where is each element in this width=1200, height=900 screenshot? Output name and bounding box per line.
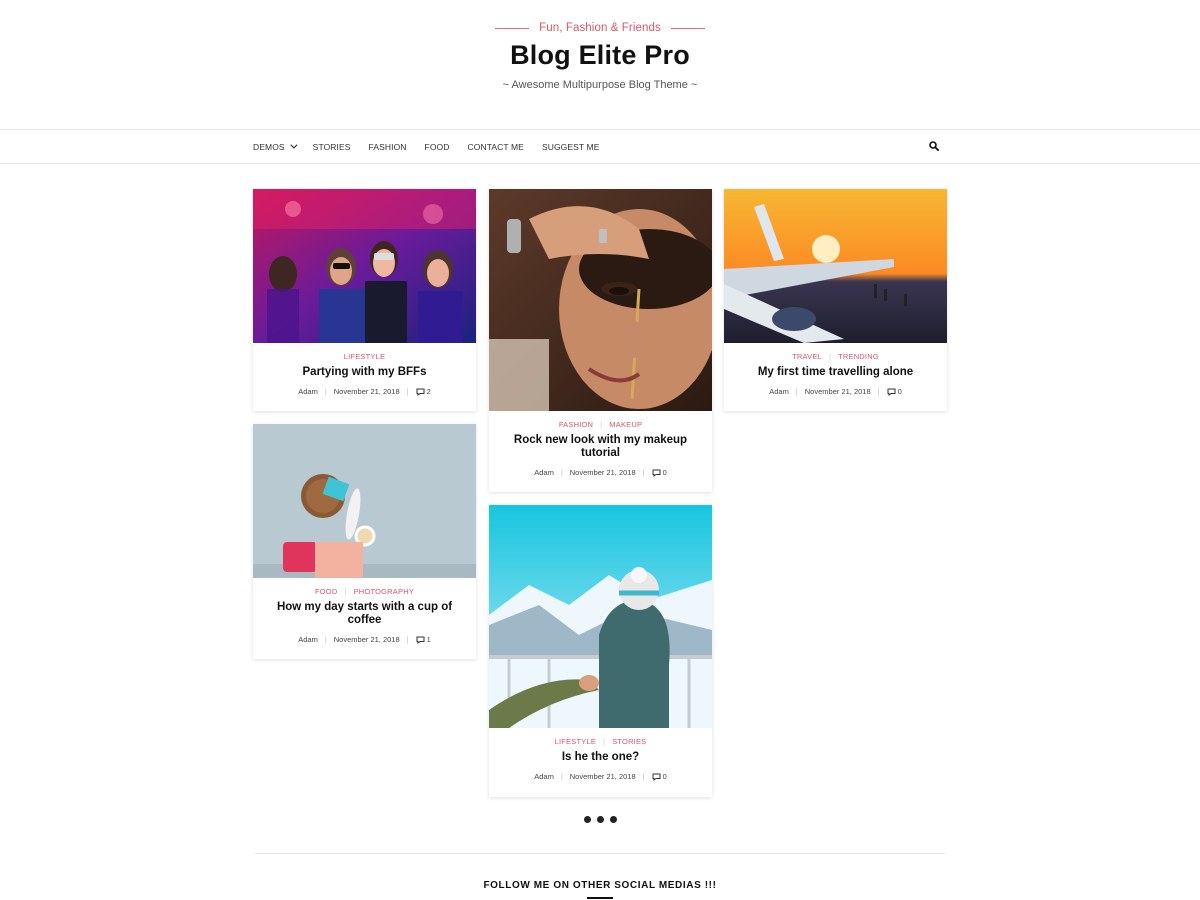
post-card: LIFESTYLE | STORIES Is he the one? Adam | …: [489, 505, 712, 797]
post-byline: Adam | November 21, 2018 | 0: [724, 387, 947, 396]
dot: [610, 816, 617, 823]
category-separator: |: [828, 352, 832, 361]
post-thumbnail-airplane[interactable]: [724, 189, 947, 343]
post-author[interactable]: Adam: [534, 772, 554, 781]
category-link[interactable]: TRAVEL: [792, 352, 822, 361]
byline-separator: |: [877, 387, 880, 396]
post-date[interactable]: November 21, 2018: [570, 772, 636, 781]
post-date[interactable]: November 21, 2018: [805, 387, 871, 396]
post-title[interactable]: Partying with my BFFs: [253, 366, 476, 379]
post-comments[interactable]: 0: [652, 772, 667, 781]
comment-count: 2: [426, 387, 431, 396]
post-card: LIFESTYLE Partying with my BFFs Adam | N…: [253, 189, 476, 411]
category-link[interactable]: TRENDING: [838, 352, 879, 361]
post-thumbnail-makeup[interactable]: [489, 189, 712, 411]
byline-separator: |: [324, 387, 327, 396]
post-title[interactable]: Is he the one?: [489, 751, 712, 764]
post-thumbnail-coffee[interactable]: [253, 424, 476, 578]
category-link[interactable]: FASHION: [559, 420, 593, 429]
nav-item-label: DEMOS: [253, 141, 285, 152]
post-categories: FOOD | PHOTOGRAPHY: [253, 587, 476, 596]
post-byline: Adam | November 21, 2018 | 0: [489, 772, 712, 781]
site-description: ~ Awesome Multipurpose Blog Theme ~: [502, 79, 698, 91]
post-card: TRAVEL | TRENDING My first time travelling…: [724, 189, 947, 411]
post-byline: Adam | November 21, 2018 | 1: [253, 635, 476, 644]
post-card: FASHION | MAKEUP Rock new look with my mak…: [489, 189, 712, 492]
heading-underline: [587, 897, 613, 899]
dot: [597, 816, 604, 823]
comment-icon: [416, 388, 425, 396]
post-comments[interactable]: 0: [887, 387, 902, 396]
byline-separator: |: [642, 772, 645, 781]
follow-heading: FOLLOW ME ON OTHER SOCIAL MEDIAS !!!: [483, 880, 717, 891]
post-card: FOOD | PHOTOGRAPHY How my day starts with …: [253, 424, 476, 659]
post-byline: Adam | November 21, 2018 | 0: [489, 468, 712, 477]
post-author[interactable]: Adam: [298, 387, 318, 396]
category-separator: |: [603, 737, 606, 746]
category-link[interactable]: MAKEUP: [609, 420, 642, 429]
category-link[interactable]: LIFESTYLE: [555, 737, 596, 746]
footer-divider: [255, 853, 945, 854]
post-comments[interactable]: 2: [416, 387, 431, 396]
post-date[interactable]: November 21, 2018: [570, 468, 636, 477]
post-date[interactable]: November 21, 2018: [334, 635, 400, 644]
nav-menu: DEMOS STORIES FASHION FOOD CONTACT ME SU…: [253, 130, 617, 163]
nav-item-food[interactable]: FOOD: [425, 142, 450, 152]
post-categories: LIFESTYLE | STORIES: [489, 737, 712, 746]
comment-icon: [887, 388, 896, 396]
nav-item-contact-me[interactable]: CONTACT ME: [468, 142, 524, 152]
tagline: Fun, Fashion & Friends: [0, 22, 1200, 34]
category-separator: |: [344, 587, 347, 596]
dot: [584, 816, 591, 823]
post-thumbnail-party[interactable]: [253, 189, 476, 343]
comment-icon: [652, 773, 661, 781]
post-title[interactable]: Rock new look with my makeup tutorial: [489, 434, 712, 460]
post-categories: FASHION | MAKEUP: [489, 420, 712, 429]
post-byline: Adam | November 21, 2018 | 2: [253, 387, 476, 396]
post-comments[interactable]: 1: [416, 635, 431, 644]
site-title[interactable]: Blog Elite Pro: [0, 40, 1200, 71]
nav-item-suggest-me[interactable]: SUGGEST ME: [542, 142, 600, 152]
post-categories: LIFESTYLE: [253, 352, 476, 361]
byline-separator: |: [406, 387, 409, 396]
post-author[interactable]: Adam: [298, 635, 318, 644]
tagline-line-left: [495, 27, 530, 29]
nav-item-stories[interactable]: STORIES: [313, 142, 351, 152]
byline-separator: |: [406, 635, 409, 644]
comment-count: 0: [897, 387, 902, 396]
tagline-line-right: [670, 27, 705, 29]
category-link[interactable]: LIFESTYLE: [344, 352, 385, 361]
loading-dots-icon[interactable]: [584, 816, 617, 823]
post-author[interactable]: Adam: [534, 468, 554, 477]
nav-item-fashion[interactable]: FASHION: [369, 142, 407, 152]
category-link[interactable]: STORIES: [612, 737, 646, 746]
comment-count: 1: [426, 635, 431, 644]
category-link[interactable]: PHOTOGRAPHY: [354, 587, 414, 596]
post-categories: TRAVEL | TRENDING: [724, 352, 947, 361]
post-author[interactable]: Adam: [769, 387, 789, 396]
post-title[interactable]: My first time travelling alone: [724, 366, 947, 379]
site-header: Fun, Fashion & Friends Blog Elite Pro ~ …: [0, 0, 1200, 130]
post-title[interactable]: How my day starts with a cup of coffee: [253, 601, 476, 627]
nav-item-demos[interactable]: DEMOS: [253, 141, 298, 152]
comment-count: 0: [662, 772, 667, 781]
category-link[interactable]: FOOD: [315, 587, 337, 596]
comment-count: 0: [662, 468, 667, 477]
byline-separator: |: [324, 635, 327, 644]
post-date[interactable]: November 21, 2018: [334, 387, 400, 396]
tagline-text: Fun, Fashion & Friends: [539, 22, 661, 34]
byline-separator: |: [642, 468, 645, 477]
comment-icon: [652, 469, 661, 477]
search-icon[interactable]: [929, 141, 939, 151]
byline-separator: |: [560, 772, 563, 781]
chevron-down-icon: [290, 141, 298, 149]
category-separator: |: [600, 420, 603, 429]
post-thumbnail-snow[interactable]: [489, 505, 712, 728]
byline-separator: |: [795, 387, 798, 396]
post-comments[interactable]: 0: [652, 468, 667, 477]
main-navigation: DEMOS STORIES FASHION FOOD CONTACT ME SU…: [0, 129, 1200, 164]
comment-icon: [416, 636, 425, 644]
byline-separator: |: [560, 468, 563, 477]
